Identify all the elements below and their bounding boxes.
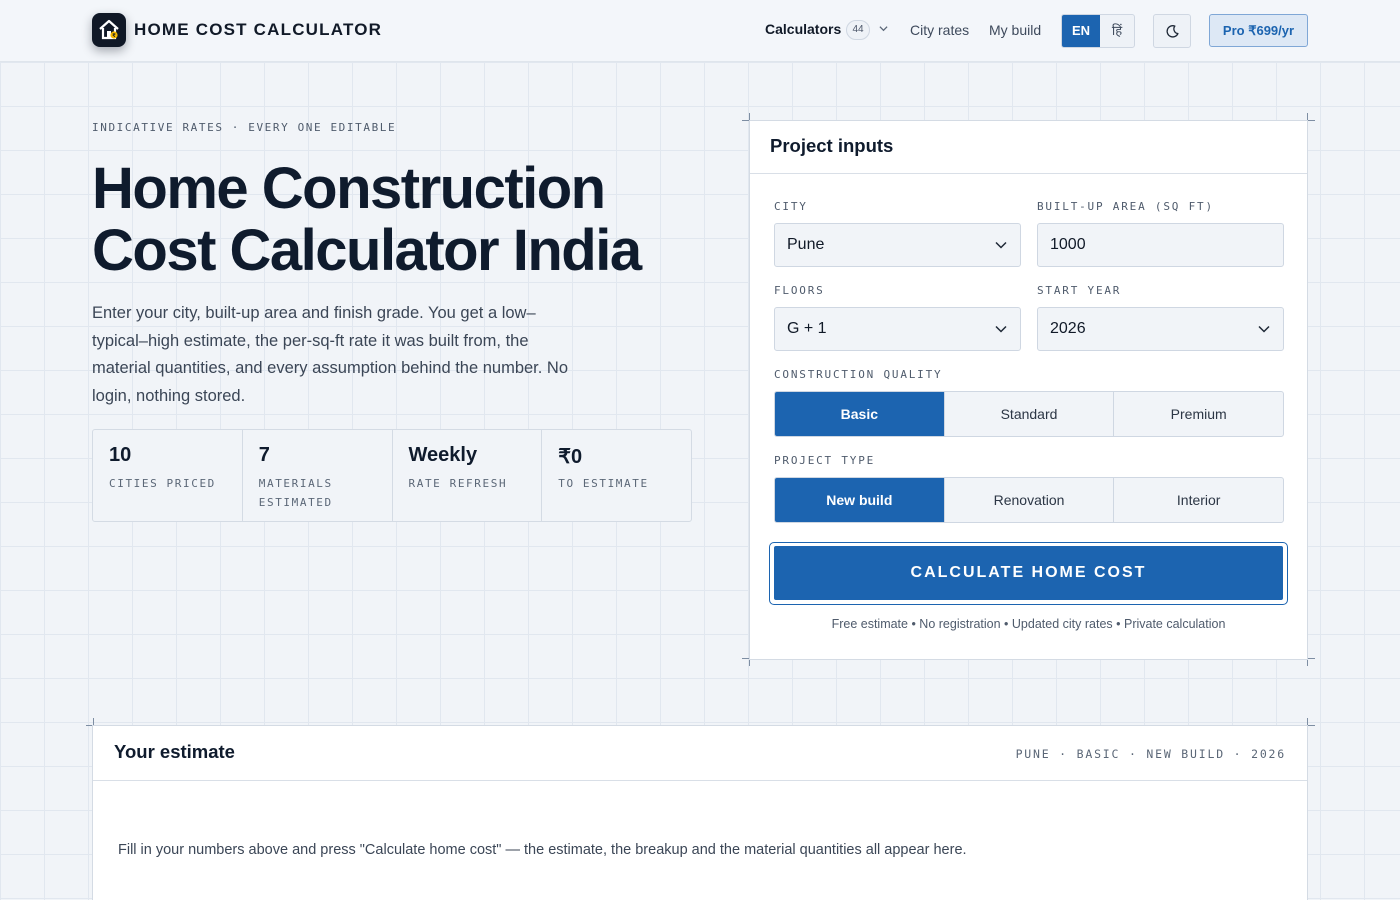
- start-year-select[interactable]: 2026: [1037, 307, 1284, 351]
- lang-en-button[interactable]: EN: [1062, 15, 1100, 47]
- floors-label: FLOORS: [774, 284, 825, 297]
- project-type-segmented-control: New build Renovation Interior: [774, 477, 1284, 523]
- site-header: ₹ HOME COST CALCULATOR Calculators 44 Ci…: [0, 0, 1400, 62]
- area-label: BUILT-UP AREA (SQ FT): [1037, 200, 1214, 213]
- estimate-header: Your estimate PUNE · BASIC · NEW BUILD ·…: [93, 726, 1307, 781]
- estimate-placeholder-message: Fill in your numbers above and press "Ca…: [118, 842, 967, 858]
- nav-calculators[interactable]: Calculators: [765, 21, 841, 37]
- project-inputs-card: Project inputs CITY Pune BUILT-UP AREA (…: [749, 120, 1308, 660]
- page-title-line-2: Cost Calculator India: [92, 218, 642, 283]
- nav-my-build[interactable]: My build: [989, 22, 1041, 38]
- project-type-option-new-build[interactable]: New build: [775, 478, 945, 522]
- quality-segmented-control: Basic Standard Premium: [774, 391, 1284, 437]
- lang-hi-button[interactable]: हिं: [1100, 15, 1134, 47]
- stat-refresh: Weekly RATE REFRESH: [393, 430, 543, 521]
- quality-label: CONSTRUCTION QUALITY: [774, 368, 943, 381]
- floors-value: G + 1: [787, 320, 827, 337]
- area-value: 1000: [1050, 236, 1086, 253]
- stat-label: CITIES PRICED: [109, 477, 216, 490]
- stat-value: 10: [109, 444, 132, 466]
- project-type-option-renovation[interactable]: Renovation: [945, 478, 1115, 522]
- language-switcher: EN हिं: [1061, 14, 1135, 48]
- quality-option-standard[interactable]: Standard: [945, 392, 1115, 436]
- hero-eyebrow: INDICATIVE RATES · EVERY ONE EDITABLE: [92, 121, 397, 134]
- chevron-down-icon: [995, 241, 1007, 249]
- brand-name[interactable]: HOME COST CALCULATOR: [134, 20, 382, 40]
- inputs-footnote: Free estimate • No registration • Update…: [831, 617, 1226, 631]
- start-year-value: 2026: [1050, 320, 1086, 337]
- project-type-label: PROJECT TYPE: [774, 454, 876, 467]
- stat-value: 7: [258, 444, 270, 466]
- quality-option-basic[interactable]: Basic: [775, 392, 945, 436]
- area-input[interactable]: 1000: [1037, 223, 1284, 267]
- stat-label: RATE REFRESH: [408, 477, 508, 490]
- chevron-down-icon: [995, 325, 1007, 333]
- project-inputs-title: Project inputs: [750, 121, 1307, 174]
- chevron-down-icon: [1258, 325, 1270, 333]
- theme-toggle-button[interactable]: [1153, 14, 1191, 48]
- moon-icon: [1166, 25, 1179, 38]
- stat-value: Weekly: [408, 444, 478, 466]
- city-value: Pune: [787, 236, 825, 253]
- page-title: Home Construction Cost Calculator India: [92, 158, 732, 282]
- stat-label: TO ESTIMATE: [558, 477, 649, 490]
- stat-label: MATERIALS ESTIMATED: [258, 477, 333, 509]
- calculators-count-badge: 44: [846, 20, 870, 40]
- stat-cost: ₹0 TO ESTIMATE: [542, 430, 691, 521]
- nav-city-rates[interactable]: City rates: [910, 22, 969, 38]
- stat-materials: 7 MATERIALS ESTIMATED: [243, 430, 393, 521]
- pro-upgrade-button[interactable]: Pro ₹699/yr: [1209, 14, 1308, 47]
- house-logo-icon[interactable]: ₹: [92, 13, 126, 47]
- project-type-option-interior[interactable]: Interior: [1114, 478, 1283, 522]
- stats-strip: 10 CITIES PRICED 7 MATERIALS ESTIMATED W…: [92, 429, 692, 522]
- estimate-summary-tags: PUNE · BASIC · NEW BUILD · 2026: [1015, 747, 1286, 761]
- estimate-title: Your estimate: [114, 741, 235, 762]
- calculate-button[interactable]: CALCULATE HOME COST: [774, 546, 1283, 600]
- city-label: CITY: [774, 200, 808, 213]
- stat-cities: 10 CITIES PRICED: [93, 430, 243, 521]
- svg-text:₹: ₹: [112, 33, 116, 39]
- chevron-down-icon[interactable]: [879, 24, 888, 33]
- hero-description: Enter your city, built-up area and finis…: [92, 304, 569, 405]
- estimate-panel: Your estimate PUNE · BASIC · NEW BUILD ·…: [92, 725, 1308, 900]
- stat-value: ₹0: [558, 446, 583, 468]
- calculate-button-focus-ring: CALCULATE HOME COST: [769, 542, 1288, 605]
- start-year-label: START YEAR: [1037, 284, 1122, 297]
- page-title-line-1: Home Construction: [92, 156, 606, 221]
- city-select[interactable]: Pune: [774, 223, 1021, 267]
- floors-select[interactable]: G + 1: [774, 307, 1021, 351]
- quality-option-premium[interactable]: Premium: [1114, 392, 1283, 436]
